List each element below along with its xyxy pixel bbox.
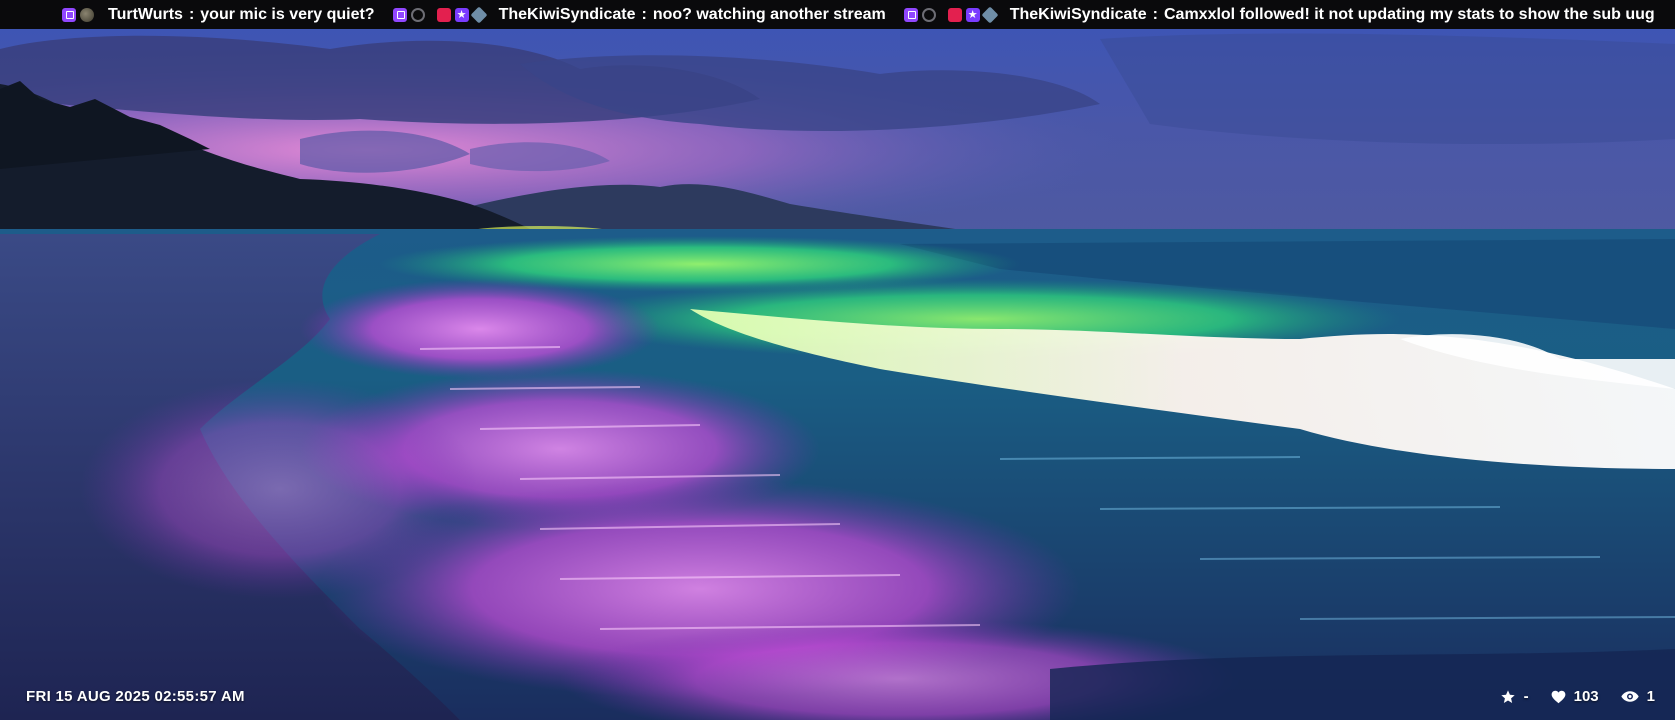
star-icon — [1500, 689, 1515, 703]
moderator-badge-icon — [410, 7, 425, 22]
likes-count: 103 — [1573, 688, 1599, 705]
stream-background-scene — [0, 29, 1675, 720]
chat-separator: : — [188, 5, 195, 23]
chat-text: your mic is very quiet? — [200, 5, 375, 23]
likes-stat: 103 — [1551, 688, 1599, 705]
beach-scene-image — [0, 29, 1675, 720]
gem-badge-icon — [981, 6, 999, 23]
twitch-badge-icon — [62, 7, 76, 22]
star-badge-icon: ★ — [965, 7, 980, 22]
gem-badge-icon — [470, 6, 488, 23]
chat-username: TurtWurts — [108, 5, 183, 23]
star-badge-icon: ★ — [454, 7, 469, 22]
video-badge-icon — [947, 7, 962, 22]
avatar-badge-icon — [80, 7, 94, 22]
viewers-count: 1 — [1646, 688, 1655, 705]
chat-text: Camxxlol followed! it not updating my st… — [1163, 5, 1655, 23]
chat-username: TheKiwiSyndicate — [1009, 5, 1147, 23]
favorites-count: - — [1523, 688, 1529, 705]
chat-separator: : — [641, 5, 647, 23]
chat-ticker-track: TurtWurts : your mic is very quiet? ★ Th… — [0, 6, 1673, 24]
twitch-badge-icon — [392, 7, 407, 22]
viewers-stat: 1 — [1621, 688, 1655, 705]
chat-text: noo? watching another stream — [652, 5, 886, 23]
favorites-stat: - — [1500, 688, 1529, 705]
chat-separator: : — [1152, 5, 1158, 23]
twitch-badge-icon — [903, 7, 918, 22]
video-badge-icon — [436, 7, 451, 22]
eye-icon — [1621, 691, 1639, 702]
chat-message: TurtWurts : your mic is very quiet? — [62, 6, 375, 24]
moderator-badge-icon — [921, 7, 936, 22]
heart-icon — [1551, 690, 1565, 703]
stream-stats: - 103 1 — [1478, 688, 1655, 705]
chat-ticker: TurtWurts : your mic is very quiet? ★ Th… — [0, 0, 1675, 29]
chat-message: ★ TheKiwiSyndicate : noo? watching anoth… — [392, 5, 886, 24]
stream-datetime: FRI 15 AUG 2025 02:55:57 AM — [26, 688, 245, 705]
chat-message: ★ TheKiwiSyndicate : Camxxlol followed! … — [903, 5, 1655, 24]
chat-username: TheKiwiSyndicate — [498, 5, 636, 23]
